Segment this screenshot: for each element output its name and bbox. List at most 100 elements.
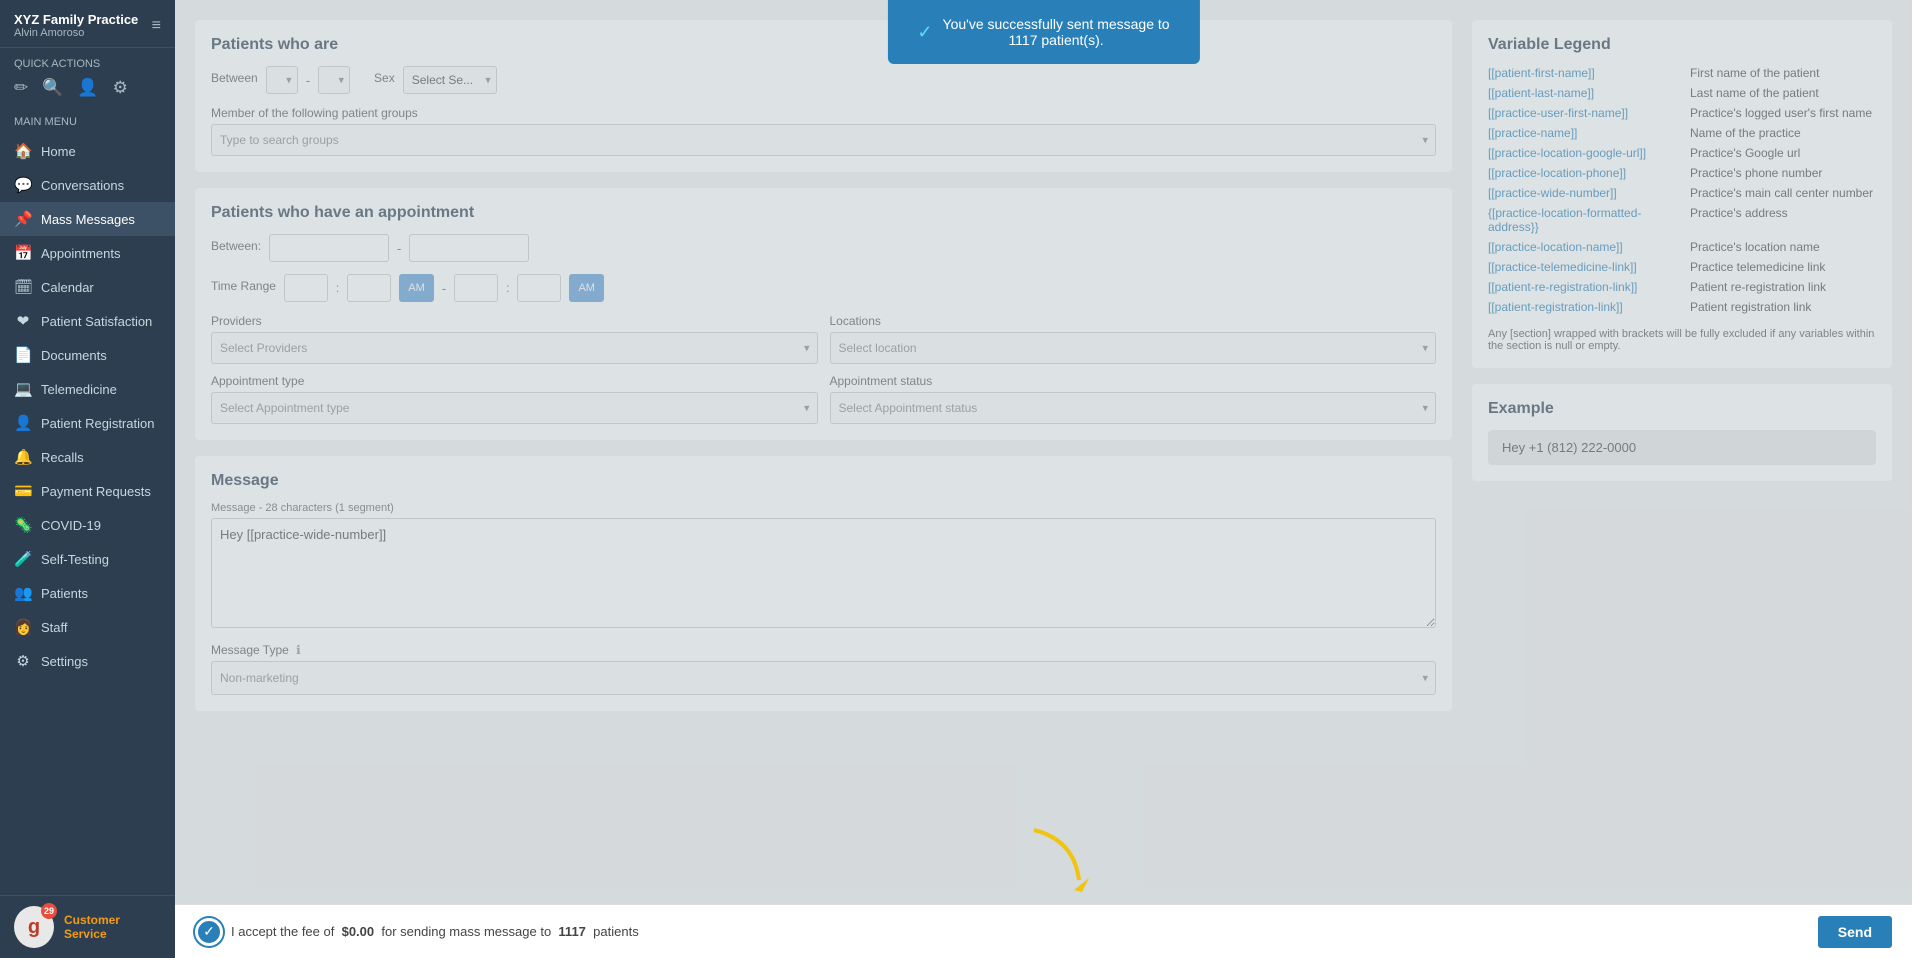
sidebar-item-label: Mass Messages [41, 212, 135, 227]
sidebar-item-recalls[interactable]: 🔔 Recalls [0, 440, 175, 474]
sidebar-item-settings[interactable]: ⚙ Settings [0, 644, 175, 678]
sidebar-item-label: Payment Requests [41, 484, 151, 499]
message-type-info-icon: ℹ [296, 643, 301, 657]
patient-groups-select[interactable]: Type to search groups [211, 124, 1436, 156]
appointments-icon: 📅 [14, 244, 32, 262]
patients-section-title: Patients who are [211, 36, 1436, 54]
appt-type-select[interactable]: Select Appointment type [211, 392, 818, 424]
providers-locations-row: Providers Select Providers Locations [211, 314, 1436, 364]
providers-select[interactable]: Select Providers [211, 332, 818, 364]
search-icon[interactable]: 🔍 [42, 78, 63, 98]
var-practice-wide-number[interactable]: [[practice-wide-number]] [1488, 186, 1674, 200]
toast-check-icon: ✓ [917, 22, 932, 43]
appt-status-select[interactable]: Select Appointment status [830, 392, 1437, 424]
var-desc-practice-user-first-name: Practice's logged user's first name [1690, 106, 1876, 120]
payment-icon: 💳 [14, 482, 32, 500]
sidebar-item-conversations[interactable]: 💬 Conversations [0, 168, 175, 202]
sidebar-item-covid[interactable]: 🦠 COVID-19 [0, 508, 175, 542]
time2-m[interactable] [517, 274, 561, 302]
quick-actions-label: Quick Actions [14, 58, 161, 70]
sidebar-item-mass-messages[interactable]: 📌 Mass Messages [0, 202, 175, 236]
calendar-icon: 🗓 [14, 278, 32, 296]
var-patient-last-name[interactable]: [[patient-last-name]] [1488, 86, 1674, 100]
compose-icon[interactable]: ✏ [14, 78, 28, 98]
age-to-select[interactable] [318, 66, 350, 94]
var-practice-location-name[interactable]: [[practice-location-name]] [1488, 240, 1674, 254]
var-practice-location-google-url[interactable]: [[practice-location-google-url]] [1488, 146, 1674, 160]
sidebar-item-documents[interactable]: 📄 Documents [0, 338, 175, 372]
appt-status-col: Appointment status Select Appointment st… [830, 374, 1437, 424]
sidebar-item-label: Patient Satisfaction [41, 314, 152, 329]
appointment-section-title: Patients who have an appointment [211, 204, 1436, 222]
locations-select[interactable]: Select location [830, 332, 1437, 364]
bottom-bar: ✓ I accept the fee of $0.00 for sending … [175, 904, 1912, 958]
var-patient-first-name[interactable]: [[patient-first-name]] [1488, 66, 1674, 80]
example-bubble: Hey +1 (812) 222-0000 [1488, 430, 1876, 465]
settings-icon: ⚙ [14, 652, 32, 670]
sidebar-item-label: Self-Testing [41, 552, 109, 567]
appt-date-from[interactable] [269, 234, 389, 262]
age-from-select[interactable] [266, 66, 298, 94]
appt-type-col: Appointment type Select Appointment type [211, 374, 818, 424]
var-desc-patient-registration-link: Patient registration link [1690, 300, 1876, 314]
time-range-label: Time Range [211, 279, 276, 293]
main-menu-label: Main Menu [0, 112, 175, 134]
sidebar-item-patients[interactable]: 👥 Patients [0, 576, 175, 610]
var-desc-practice-location-formatted-address: Practice's address [1690, 206, 1876, 234]
time1-m[interactable] [347, 274, 391, 302]
var-practice-telemedicine-link[interactable]: [[practice-telemedicine-link]] [1488, 260, 1674, 274]
message-section-title: Message [211, 472, 1436, 490]
var-practice-location-formatted-address[interactable]: {[practice-location-formatted-address}} [1488, 206, 1674, 234]
var-practice-user-first-name[interactable]: [[practice-user-first-name]] [1488, 106, 1674, 120]
appointment-section: Patients who have an appointment Between… [195, 188, 1452, 440]
var-desc-patient-re-registration-link: Patient re-registration link [1690, 280, 1876, 294]
message-type-row: Message Type ℹ Non-marketing [211, 643, 1436, 695]
staff-icon: 👩 [14, 618, 32, 636]
ampm1-button[interactable]: AM [399, 274, 434, 302]
variable-legend-title: Variable Legend [1488, 36, 1876, 54]
locations-label: Locations [830, 314, 1437, 328]
ampm2-button[interactable]: AM [569, 274, 604, 302]
covid-icon: 🦠 [14, 516, 32, 534]
time1-h[interactable] [284, 274, 328, 302]
user-icon[interactable]: 👤 [77, 78, 98, 98]
var-patient-re-registration-link[interactable]: [[patient-re-registration-link]] [1488, 280, 1674, 294]
variable-legend-section: Variable Legend [[patient-first-name]] F… [1472, 20, 1892, 368]
var-practice-location-phone[interactable]: [[practice-location-phone]] [1488, 166, 1674, 180]
example-section-title: Example [1488, 400, 1876, 418]
var-patient-registration-link[interactable]: [[patient-registration-link]] [1488, 300, 1674, 314]
sidebar-item-patient-registration[interactable]: 👤 Patient Registration [0, 406, 175, 440]
sidebar-item-self-testing[interactable]: 🧪 Self-Testing [0, 542, 175, 576]
send-button[interactable]: Send [1818, 916, 1892, 948]
message-type-select[interactable]: Non-marketing [211, 661, 1436, 695]
variable-table: [[patient-first-name]] First name of the… [1488, 66, 1876, 318]
patient-groups-wrapper: Type to search groups [211, 124, 1436, 156]
conversations-icon: 💬 [14, 176, 32, 194]
sidebar-item-payment-requests[interactable]: 💳 Payment Requests [0, 474, 175, 508]
sidebar-item-staff[interactable]: 👩 Staff [0, 610, 175, 644]
message-section: Message Message - 28 characters (1 segme… [195, 456, 1452, 711]
satisfaction-icon: ❤ [14, 312, 32, 330]
sidebar-item-appointments[interactable]: 📅 Appointments [0, 236, 175, 270]
message-textarea[interactable]: Hey [[practice-wide-number]] [211, 518, 1436, 628]
filter-icon[interactable]: ⚙ [113, 78, 128, 98]
sex-select[interactable]: Select Se... [403, 66, 497, 94]
sidebar-item-calendar[interactable]: 🗓 Calendar [0, 270, 175, 304]
sidebar: XYZ Family Practice Alvin Amoroso ≡ Quic… [0, 0, 175, 958]
appt-date-to[interactable] [409, 234, 529, 262]
sidebar-item-telemedicine[interactable]: 💻 Telemedicine [0, 372, 175, 406]
hamburger-icon[interactable]: ≡ [152, 17, 161, 35]
patient-reg-icon: 👤 [14, 414, 32, 432]
locations-col: Locations Select location [830, 314, 1437, 364]
var-desc-patient-last-name: Last name of the patient [1690, 86, 1876, 100]
sidebar-item-label: Appointments [41, 246, 121, 261]
patients-icon: 👥 [14, 584, 32, 602]
sidebar-item-home[interactable]: 🏠 Home [0, 134, 175, 168]
avatar[interactable]: g 29 [14, 906, 54, 948]
time2-h[interactable] [454, 274, 498, 302]
sidebar-item-label: Home [41, 144, 76, 159]
var-practice-name[interactable]: [[practice-name]] [1488, 126, 1674, 140]
sidebar-item-label: Patients [41, 586, 88, 601]
sidebar-item-patient-satisfaction[interactable]: ❤ Patient Satisfaction [0, 304, 175, 338]
accept-checkbox[interactable]: ✓ [195, 918, 223, 946]
